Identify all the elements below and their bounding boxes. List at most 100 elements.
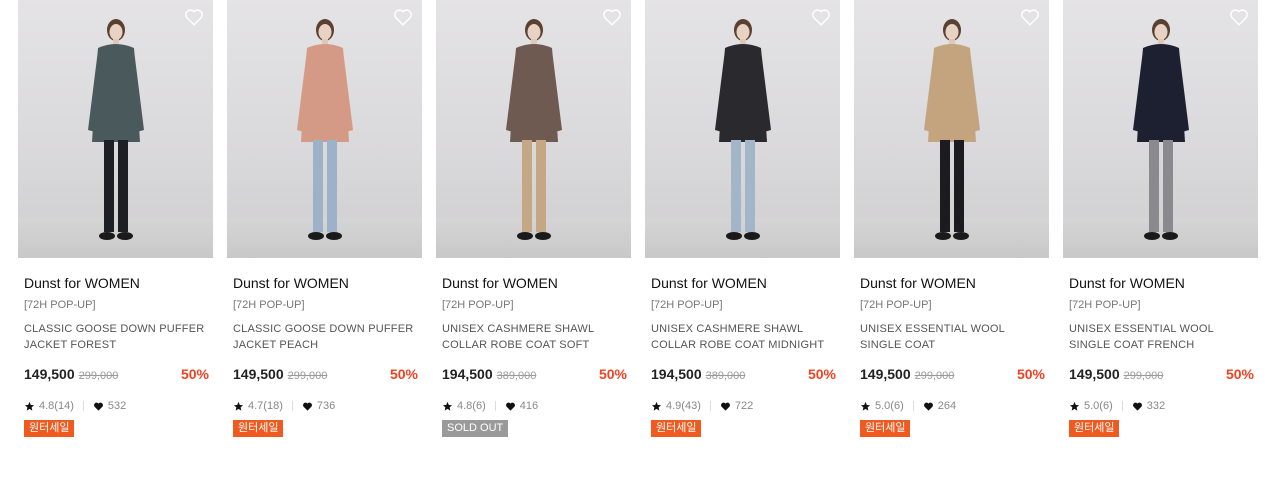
- original-price: 389,000: [705, 370, 746, 382]
- promo-badge: 원터세일: [651, 420, 702, 437]
- meta-divider: [291, 401, 293, 411]
- rating-value: 4.8(6): [457, 400, 486, 412]
- product-name[interactable]: UNISEX ESSENTIAL WOOL SINGLE COAT FRENCH…: [1069, 321, 1254, 353]
- price-row: 149,500 299,000 50%: [233, 366, 418, 386]
- rating-value: 5.0(6): [875, 400, 904, 412]
- heart-filled-icon: [302, 402, 312, 411]
- product-card[interactable]: Dunst for WOMEN [72H POP-UP] UNISEX CASH…: [645, 0, 840, 437]
- product-tag: [72H POP-UP]: [24, 299, 96, 311]
- model-figure: [87, 19, 144, 240]
- promo-badge: 원터세일: [1069, 420, 1120, 437]
- product-brand[interactable]: Dunst for WOMEN: [860, 274, 1045, 292]
- promo-badge: 원터세일: [860, 420, 911, 437]
- product-info: Dunst for WOMEN [72H POP-UP] CLASSIC GOO…: [18, 274, 213, 437]
- product-name[interactable]: CLASSIC GOOSE DOWN PUFFER JACKET PEACH P…: [233, 321, 418, 353]
- discount-rate: 50%: [807, 366, 836, 382]
- price-row: 149,500 299,000 50%: [860, 366, 1045, 386]
- promo-badge: 원터세일: [233, 420, 284, 437]
- product-meta: 4.8(14) 532: [24, 399, 209, 413]
- heart-outline-icon[interactable]: [601, 6, 623, 28]
- rating-value: 4.8(14): [39, 400, 74, 412]
- star-icon: [24, 401, 35, 411]
- like-count: 532: [107, 400, 127, 412]
- product-image[interactable]: [436, 0, 631, 258]
- sale-price: 194,500: [651, 366, 702, 382]
- discount-rate: 50%: [180, 366, 209, 382]
- original-price: 299,000: [287, 370, 328, 382]
- sale-price: 149,500: [860, 366, 911, 382]
- discount-rate: 50%: [1016, 366, 1045, 382]
- product-card[interactable]: Dunst for WOMEN [72H POP-UP] UNISEX ESSE…: [854, 0, 1049, 437]
- product-image[interactable]: [854, 0, 1049, 258]
- model-figure: [714, 19, 771, 240]
- heart-outline-icon[interactable]: [392, 6, 414, 28]
- like-count: 722: [734, 400, 754, 412]
- product-name[interactable]: CLASSIC GOOSE DOWN PUFFER JACKET FOREST …: [24, 321, 209, 353]
- original-price: 389,000: [496, 370, 537, 382]
- heart-outline-icon[interactable]: [1228, 6, 1250, 28]
- product-brand[interactable]: Dunst for WOMEN: [24, 274, 209, 292]
- heart-outline-icon[interactable]: [1019, 6, 1041, 28]
- like-count: 332: [1146, 400, 1166, 412]
- like-count: 416: [519, 400, 539, 412]
- product-image[interactable]: [1063, 0, 1258, 258]
- sale-price: 194,500: [442, 366, 493, 382]
- rating-value: 5.0(6): [1084, 400, 1113, 412]
- product-brand[interactable]: Dunst for WOMEN: [651, 274, 836, 292]
- product-name[interactable]: UNISEX CASHMERE SHAWL COLLAR ROBE COAT S…: [442, 321, 627, 353]
- like-count: 736: [316, 400, 336, 412]
- product-image[interactable]: [645, 0, 840, 258]
- product-meta: 5.0(6) 264: [860, 399, 1045, 413]
- product-grid: Dunst for WOMEN [72H POP-UP] CLASSIC GOO…: [18, 0, 1258, 437]
- discount-rate: 50%: [598, 366, 627, 382]
- product-name[interactable]: UNISEX ESSENTIAL WOOL SINGLE COAT CAMEL_…: [860, 321, 1045, 353]
- price-row: 194,500 389,000 50%: [651, 366, 836, 386]
- heart-filled-icon: [93, 402, 103, 411]
- meta-divider: [494, 401, 496, 411]
- star-icon: [442, 401, 453, 411]
- product-brand[interactable]: Dunst for WOMEN: [1069, 274, 1254, 292]
- star-icon: [860, 401, 871, 411]
- product-tag: [72H POP-UP]: [1069, 299, 1141, 311]
- product-tag: [72H POP-UP]: [860, 299, 932, 311]
- like-count: 264: [937, 400, 957, 412]
- meta-divider: [709, 401, 711, 411]
- star-icon: [233, 401, 244, 411]
- heart-filled-icon: [923, 402, 933, 411]
- star-icon: [651, 401, 662, 411]
- discount-rate: 50%: [389, 366, 418, 382]
- product-info: Dunst for WOMEN [72H POP-UP] CLASSIC GOO…: [227, 274, 422, 437]
- product-image[interactable]: [18, 0, 213, 258]
- product-tag: [72H POP-UP]: [233, 299, 305, 311]
- promo-badge: 원터세일: [24, 420, 75, 437]
- product-brand[interactable]: Dunst for WOMEN: [442, 274, 627, 292]
- star-icon: [1069, 401, 1080, 411]
- model-figure: [923, 19, 980, 240]
- meta-divider: [912, 401, 914, 411]
- heart-outline-icon[interactable]: [810, 6, 832, 28]
- original-price: 299,000: [78, 370, 119, 382]
- product-image[interactable]: [227, 0, 422, 258]
- product-card[interactable]: Dunst for WOMEN [72H POP-UP] UNISEX CASH…: [436, 0, 631, 437]
- price-row: 149,500 299,000 50%: [1069, 366, 1254, 386]
- original-price: 299,000: [1123, 370, 1164, 382]
- product-meta: 4.8(6) 416: [442, 399, 627, 413]
- sale-price: 149,500: [1069, 366, 1120, 382]
- product-tag: [72H POP-UP]: [651, 299, 723, 311]
- product-brand[interactable]: Dunst for WOMEN: [233, 274, 418, 292]
- model-figure: [1132, 19, 1189, 240]
- product-info: Dunst for WOMEN [72H POP-UP] UNISEX CASH…: [436, 274, 631, 437]
- meta-divider: [1121, 401, 1123, 411]
- product-info: Dunst for WOMEN [72H POP-UP] UNISEX ESSE…: [1063, 274, 1258, 437]
- sale-price: 149,500: [233, 366, 284, 382]
- product-tag: [72H POP-UP]: [442, 299, 514, 311]
- heart-outline-icon[interactable]: [183, 6, 205, 28]
- product-card[interactable]: Dunst for WOMEN [72H POP-UP] CLASSIC GOO…: [18, 0, 213, 437]
- sale-price: 149,500: [24, 366, 75, 382]
- product-card[interactable]: Dunst for WOMEN [72H POP-UP] UNISEX ESSE…: [1063, 0, 1258, 437]
- meta-divider: [82, 401, 84, 411]
- discount-rate: 50%: [1225, 366, 1254, 382]
- rating-value: 4.7(18): [248, 400, 283, 412]
- product-name[interactable]: UNISEX CASHMERE SHAWL COLLAR ROBE COAT M…: [651, 321, 836, 353]
- product-card[interactable]: Dunst for WOMEN [72H POP-UP] CLASSIC GOO…: [227, 0, 422, 437]
